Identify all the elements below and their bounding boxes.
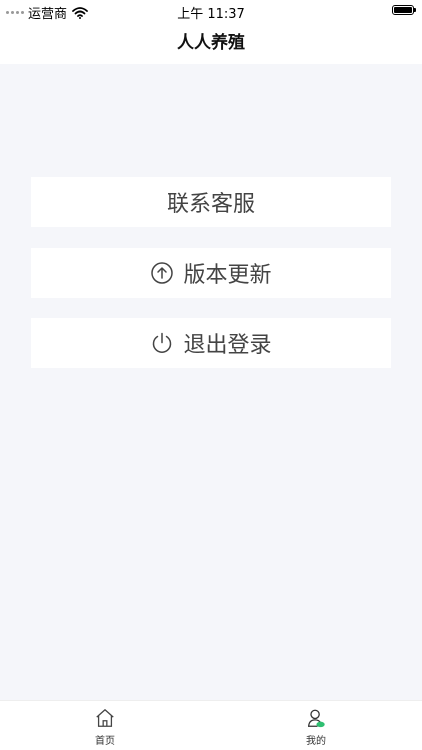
home-icon <box>96 709 114 727</box>
logout-label: 退出登录 <box>183 333 272 358</box>
version-update-label: 版本更新 <box>183 263 272 288</box>
contact-service-button[interactable]: 联系客服 <box>31 177 391 227</box>
tab-home[interactable]: 首页 <box>75 707 135 747</box>
version-update-button[interactable]: 版本更新 <box>31 248 391 298</box>
tab-mine-label: 我的 <box>306 736 326 747</box>
logout-button[interactable]: 退出登录 <box>31 318 391 368</box>
nav-bar: 人人养殖 <box>0 22 422 64</box>
contact-service-label: 联系客服 <box>166 192 255 217</box>
user-icon <box>308 709 325 728</box>
arrow-up-circle-icon <box>151 262 174 284</box>
tab-bar: 首页 我的 <box>0 700 422 750</box>
tab-home-label: 首页 <box>95 736 115 747</box>
power-icon <box>153 332 172 353</box>
battery-icon <box>392 5 416 15</box>
status-time: 上午 11:37 <box>177 7 245 22</box>
page-title: 人人养殖 <box>177 33 245 53</box>
status-bar: 运营商 上午 11:37 <box>0 0 422 22</box>
tab-mine[interactable]: 我的 <box>286 707 346 747</box>
